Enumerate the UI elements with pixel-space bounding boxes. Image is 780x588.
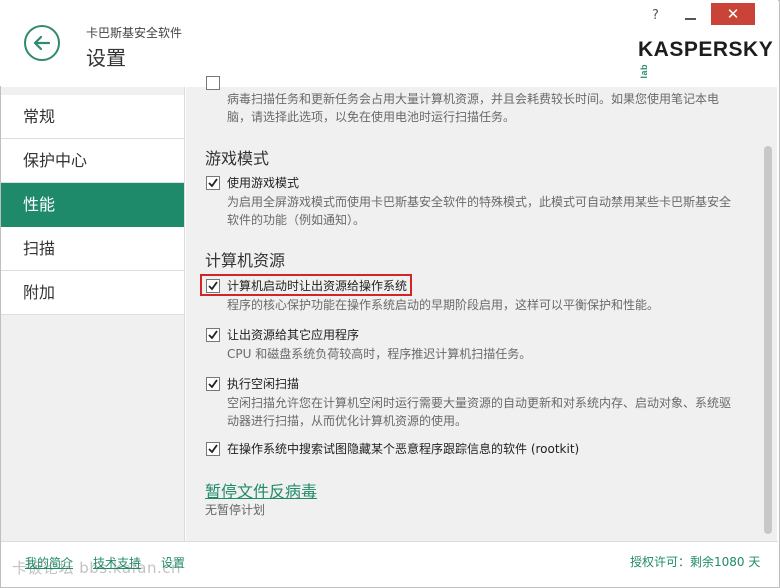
sidebar-item-performance[interactable]: 性能 [1,183,184,227]
sidebar-item-general[interactable]: 常规 [1,95,184,139]
logo-text: KASPERSKY [638,38,774,61]
option-yield-to-apps[interactable]: 让出资源给其它应用程序 [206,326,359,343]
back-button[interactable] [24,25,60,61]
checkmark-icon [208,443,218,453]
settings-panel [186,87,760,541]
minimize-button[interactable] [680,6,702,24]
support-link[interactable]: 技术支持 [93,554,141,571]
app-name: 卡巴斯基安全软件 [86,26,183,40]
pause-file-antivirus-link[interactable]: 暂停文件反病毒 [205,478,317,502]
battery-option-description: 病毒扫描任务和更新任务会占用大量计算机资源，并且会耗费较长时间。如果您使用笔记本… [227,92,720,124]
kaspersky-logo: KASPERSKY lab [638,38,780,86]
license-status[interactable]: 授权许可：剩余1080 天 [630,553,760,570]
option-battery[interactable] [206,76,227,90]
sidebar-item-additional[interactable]: 附加 [1,271,184,315]
back-arrow-icon [33,35,51,51]
checkmark-icon [208,177,218,187]
settings-link[interactable]: 设置 [161,554,185,571]
pause-schedule-note: 无暂停计划 [205,503,266,517]
page-title: 设置 [86,46,126,70]
checkbox[interactable] [206,441,220,456]
checkbox[interactable] [206,376,220,391]
option-description: CPU 和磁盘系统负荷较高时，程序推迟计算机扫描任务。 [227,347,532,361]
checkbox[interactable] [206,76,220,90]
checkmark-icon [208,329,218,339]
sidebar-item-protection[interactable]: 保护中心 [1,139,184,183]
sidebar: 常规 保护中心 性能 扫描 附加 [1,87,185,541]
game-mode-section-title: 游戏模式 [205,149,270,168]
checkbox[interactable] [206,175,220,190]
sidebar-item-scan[interactable]: 扫描 [1,227,184,271]
logo-lab: lab [639,64,649,79]
option-label: 让出资源给其它应用程序 [227,328,360,342]
resources-section-title: 计算机资源 [205,251,286,270]
game-mode-description: 为启用全屏游戏模式而使用卡巴斯基安全软件的特殊模式，此模式可自动禁用某些卡巴斯基… [227,195,732,227]
option-label: 执行空闲扫描 [227,377,300,391]
option-description: 程序的核心保护功能在操作系统启动的早期阶段启用，这样可以平衡保护和性能。 [227,298,660,312]
option-game-mode[interactable]: 使用游戏模式 [206,174,299,191]
option-rootkit-search[interactable]: 在操作系统中搜索试图隐藏某个恶意程序跟踪信息的软件 (rootkit) [206,440,579,457]
help-button[interactable]: ? [652,8,659,23]
my-profile-link[interactable]: 我的简介 [25,554,73,571]
option-label: 在操作系统中搜索试图隐藏某个恶意程序跟踪信息的软件 (rootkit) [227,442,580,456]
checkmark-icon [208,378,218,388]
checkbox[interactable] [206,327,220,342]
option-label: 使用游戏模式 [227,176,300,190]
highlight-box [200,274,412,296]
close-button[interactable]: ✕ [711,3,755,25]
option-idle-scan[interactable]: 执行空闲扫描 [206,375,299,392]
option-description: 空闲扫描允许您在计算机空闲时运行需要大量资源的自动更新和对系统内存、启动对象、系… [227,396,732,428]
scrollbar-thumb[interactable] [764,146,772,534]
